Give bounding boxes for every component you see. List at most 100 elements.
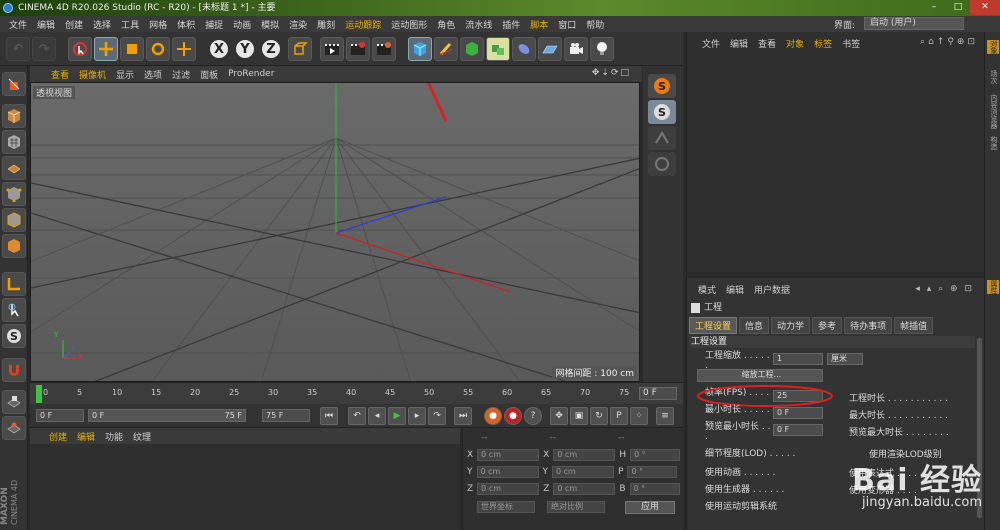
size-y-field[interactable]: 0 cm	[552, 466, 614, 478]
auto-key-icon[interactable]: ●	[504, 407, 522, 425]
lock-workplane-icon[interactable]	[2, 390, 26, 414]
record-keys-icon[interactable]: ●	[484, 407, 502, 425]
coord-mode-select[interactable]: 世界坐标	[477, 501, 535, 513]
menu-file[interactable]: 文件	[4, 18, 32, 31]
menu-select[interactable]: 选择	[88, 18, 116, 31]
menu-motion-tracking[interactable]: 运动跟踪	[340, 18, 386, 31]
object-menu-bookmarks[interactable]: 书签	[837, 37, 865, 50]
range-slider[interactable]: 0 F 75 F	[88, 409, 246, 422]
position-z-field[interactable]: 0 cm	[477, 483, 540, 495]
tab-project-settings[interactable]: 工程设置	[689, 317, 738, 334]
workplane-mode-icon[interactable]	[2, 156, 26, 180]
menu-script[interactable]: 脚本	[525, 18, 553, 31]
viewport-menu-view[interactable]: 查看	[46, 68, 74, 81]
tab-structure[interactable]: 构造	[987, 136, 999, 150]
object-manager-tools-icon[interactable]: ⌕⌂↑⚲⊕⊡	[920, 37, 978, 47]
solo-single-icon[interactable]: S	[648, 100, 676, 124]
go-to-end-icon[interactable]: ⏭	[454, 407, 472, 425]
object-menu-tags[interactable]: 标签	[809, 37, 837, 50]
coordinate-system-icon[interactable]	[288, 37, 312, 61]
close-button[interactable]: ✕	[970, 0, 1000, 15]
menu-volume[interactable]: 体积	[172, 18, 200, 31]
tweak-mode-icon[interactable]	[2, 298, 26, 322]
go-to-start-icon[interactable]: ⏮	[320, 407, 338, 425]
scale-mode-select[interactable]: 绝对比例	[547, 501, 605, 513]
material-menu-create[interactable]: 创建	[44, 430, 72, 443]
playhead-handle[interactable]	[36, 385, 42, 403]
move-tool-icon[interactable]	[94, 37, 118, 61]
attr-menu-userdata[interactable]: 用户数据	[749, 283, 795, 296]
solo-selection-icon[interactable]	[648, 152, 676, 176]
cube-primitive-icon[interactable]	[408, 37, 432, 61]
menu-tools[interactable]: 工具	[116, 18, 144, 31]
key-position-icon[interactable]: ✥	[550, 407, 568, 425]
tab-todo[interactable]: 待办事项	[844, 317, 893, 334]
array-generator-icon[interactable]	[486, 37, 510, 61]
size-z-field[interactable]: 0 cm	[553, 483, 616, 495]
perspective-viewport[interactable]: Y X Z 透视视图 网格间距 : 100 cm	[30, 82, 640, 382]
model-mode-icon[interactable]	[2, 104, 26, 128]
position-x-field[interactable]: 0 cm	[477, 449, 540, 461]
rotate-tool-icon[interactable]	[146, 37, 170, 61]
maximize-button[interactable]: □	[946, 0, 970, 15]
menu-window[interactable]: 窗口	[553, 18, 581, 31]
viewport-menu-filter[interactable]: 过滤	[167, 68, 195, 81]
pen-spline-icon[interactable]	[434, 37, 458, 61]
timeline-ruler[interactable]: 0 5 10 15 20 25 30 35 40 45 50 55 60 65 …	[30, 382, 683, 404]
planar-workplane-icon[interactable]	[2, 416, 26, 440]
deformer-icon[interactable]	[512, 37, 536, 61]
points-mode-icon[interactable]	[2, 182, 26, 206]
menu-mograph[interactable]: 运动图形	[386, 18, 432, 31]
solo-off-icon[interactable]: S	[648, 74, 676, 98]
apply-button[interactable]: 应用	[625, 501, 675, 514]
menu-pipeline[interactable]: 流水线	[460, 18, 497, 31]
menu-plugins[interactable]: 插件	[497, 18, 525, 31]
snap-magnet-icon[interactable]	[2, 358, 26, 382]
solo-hierarchy-icon[interactable]	[648, 126, 676, 150]
tab-content-browser[interactable]: 内容浏览器	[987, 94, 999, 129]
key-param-icon[interactable]: P	[610, 407, 628, 425]
viewport-menu-cameras[interactable]: 摄像机	[74, 68, 111, 81]
edges-mode-icon[interactable]	[2, 208, 26, 232]
menu-mesh[interactable]: 网格	[144, 18, 172, 31]
keyframe-selection-icon[interactable]: ?	[524, 407, 542, 425]
menu-simulate[interactable]: 模拟	[256, 18, 284, 31]
project-scale-unit-select[interactable]: 厘米	[827, 353, 863, 365]
redo-icon[interactable]: ↷	[32, 37, 56, 61]
object-menu-file[interactable]: 文件	[697, 37, 725, 50]
rotation-h-field[interactable]: 0 °	[630, 449, 681, 461]
menu-sculpt[interactable]: 雕刻	[312, 18, 340, 31]
texture-mode-icon[interactable]	[2, 130, 26, 154]
position-y-field[interactable]: 0 cm	[476, 466, 539, 478]
menu-help[interactable]: 帮助	[581, 18, 609, 31]
prev-frame-icon[interactable]: ◂	[368, 407, 386, 425]
play-icon[interactable]: ▶	[388, 407, 406, 425]
z-axis-lock-button[interactable]: Z	[260, 38, 282, 60]
tab-key-interpolation[interactable]: 帧插值	[894, 317, 934, 334]
transform-tool-icon[interactable]	[172, 37, 196, 61]
start-frame-field[interactable]: 0 F	[36, 409, 84, 422]
viewport-nav-icons[interactable]: ✥⇣⟳□	[587, 68, 636, 78]
material-menu-texture[interactable]: 纹理	[128, 430, 156, 443]
y-axis-lock-button[interactable]: Y	[234, 38, 256, 60]
object-menu-objects[interactable]: 对象	[781, 37, 809, 50]
attr-nav-icons[interactable]: ◂ ▴ ⌕ ⊕ ⊡	[910, 284, 979, 294]
x-axis-lock-button[interactable]: X	[208, 38, 230, 60]
undo-icon[interactable]: ↶	[6, 37, 30, 61]
project-scale-field[interactable]: 1	[773, 353, 823, 365]
key-rotation-icon[interactable]: ↻	[590, 407, 608, 425]
menu-character[interactable]: 角色	[432, 18, 460, 31]
object-menu-view[interactable]: 查看	[753, 37, 781, 50]
key-pla-icon[interactable]: ⁘	[630, 407, 648, 425]
attr-menu-mode[interactable]: 模式	[693, 283, 721, 296]
current-frame-field[interactable]: 0 F	[639, 387, 677, 400]
rotation-p-field[interactable]: 0 °	[627, 466, 678, 478]
tab-dynamics[interactable]: 动力学	[771, 317, 811, 334]
tab-objects[interactable]: 对象	[987, 40, 999, 54]
subdivision-surface-icon[interactable]	[460, 37, 484, 61]
timeline-options-icon[interactable]: ≡	[656, 407, 674, 425]
tab-info[interactable]: 信息	[739, 317, 770, 334]
viewport-menu-panel[interactable]: 面板	[195, 68, 223, 81]
viewport-menu-prorender[interactable]: ProRender	[223, 69, 279, 79]
menu-create[interactable]: 创建	[60, 18, 88, 31]
